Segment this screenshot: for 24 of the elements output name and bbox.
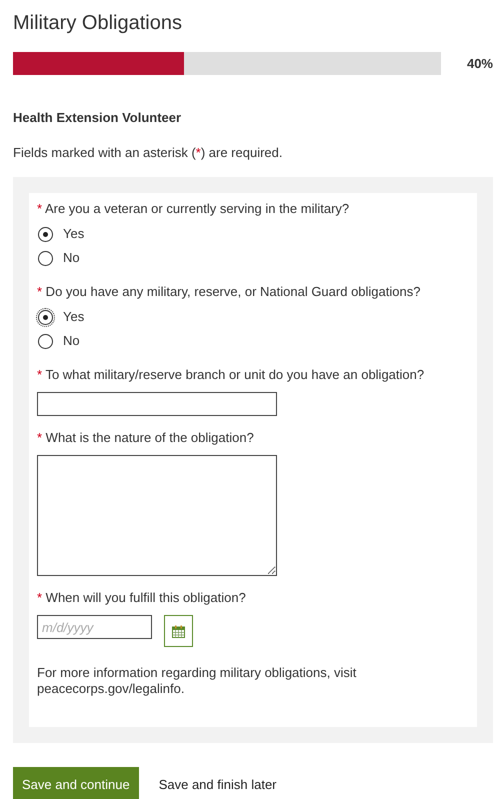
calendar-icon <box>172 624 185 638</box>
option-label[interactable]: No <box>63 250 80 266</box>
save-later-link[interactable]: Save and finish later <box>146 777 288 792</box>
info-text: For more information regarding military obligations, visit peacecorps.gov/legalinfo. <box>37 665 358 697</box>
required-note: Fields marked with an asterisk (*) are required. <box>13 145 284 161</box>
page-title: Military Obligations <box>13 11 183 35</box>
radio-button[interactable] <box>38 334 53 348</box>
question-label: * To what military/reserve branch or unit do you have an obligation? <box>37 366 426 384</box>
section-subtitle: Health Extension Volunteer <box>13 110 182 126</box>
radio-button[interactable] <box>38 250 53 266</box>
question-label: * Do you have any military, reserve, or National Guard obligations? <box>37 283 422 301</box>
question-label: * When will you fulfill this obligation? <box>37 589 247 607</box>
radio-button[interactable] <box>38 226 53 242</box>
option-label[interactable]: No <box>63 333 80 349</box>
calendar-button[interactable] <box>164 615 193 647</box>
text-input[interactable] <box>37 392 277 416</box>
question-label: * What is the nature of the obligation? <box>37 429 255 447</box>
date-input[interactable]: m/d/yyyy <box>37 615 152 639</box>
option-label[interactable]: Yes <box>63 226 84 242</box>
text-area[interactable] <box>37 455 277 576</box>
option-label[interactable]: Yes <box>63 309 84 325</box>
question-label: * Are you a veteran or currently serving in the military? <box>37 200 350 218</box>
save-continue-button[interactable]: Save and continue <box>13 767 139 799</box>
progress-percent: 40% <box>466 56 493 71</box>
